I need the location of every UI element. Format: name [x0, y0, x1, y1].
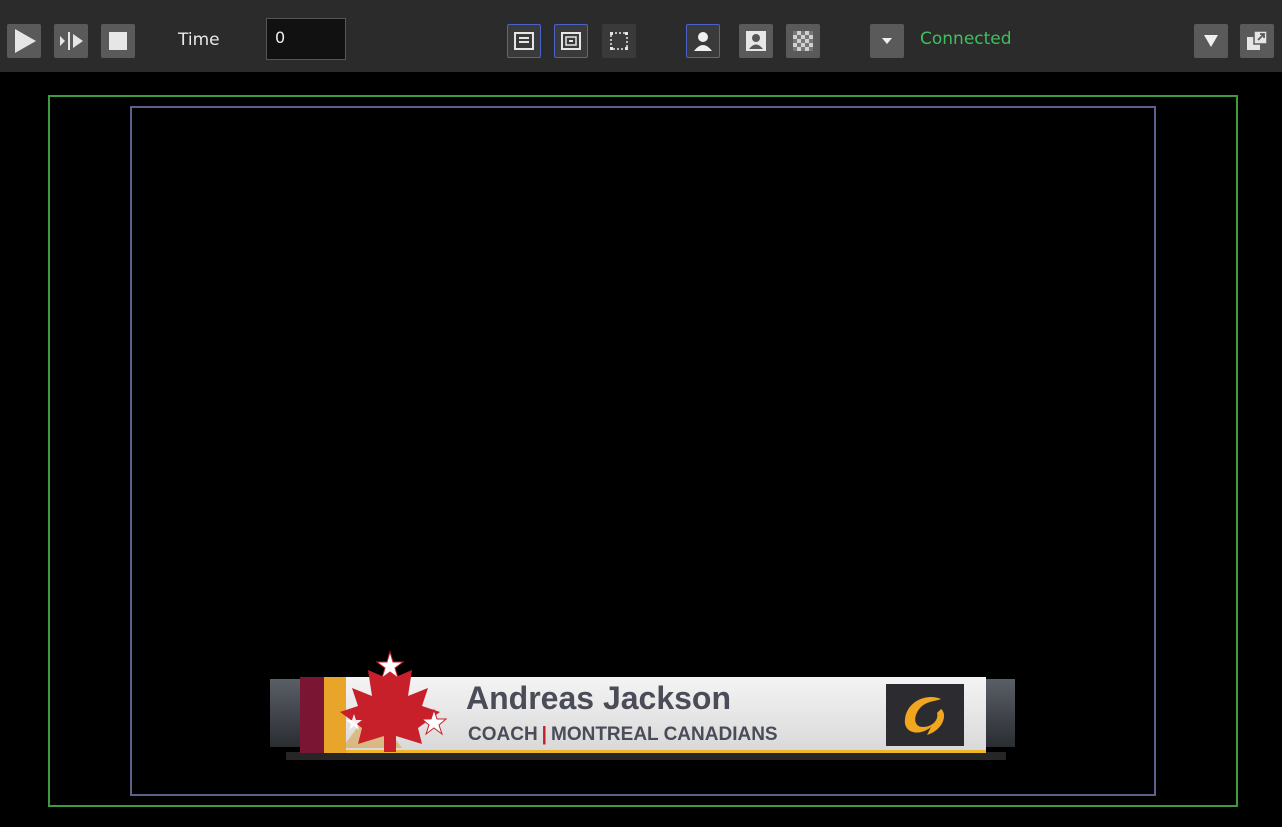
- swoosh-logo-icon: [904, 697, 945, 735]
- play-button[interactable]: [7, 24, 41, 58]
- lower-third-right-cap: [985, 679, 1015, 747]
- lower-third-subtitle: COACH | MONTREAL CANADIANS: [468, 724, 778, 746]
- safe-area-icon: [514, 32, 534, 50]
- connection-status: Connected: [920, 29, 1012, 49]
- key-person-icon: [694, 32, 712, 51]
- safe-area-toggle[interactable]: [507, 24, 541, 58]
- lower-third-left-cap: [270, 679, 304, 747]
- lower-third-role: COACH: [468, 724, 538, 745]
- team-logo: [886, 684, 964, 746]
- triangle-down-icon: [1204, 35, 1218, 47]
- title-area-icon: [561, 32, 581, 50]
- stop-icon: [109, 32, 127, 50]
- time-input[interactable]: 0: [266, 18, 346, 60]
- detach-window-button[interactable]: [1240, 24, 1274, 58]
- maple-leaf-stars-icon: [340, 650, 448, 752]
- time-label: Time: [178, 30, 220, 50]
- play-icon: [15, 29, 36, 53]
- lower-third-name: Andreas Jackson: [466, 680, 732, 716]
- bounding-box-icon: [610, 32, 628, 50]
- menu-button[interactable]: [1194, 24, 1228, 58]
- fill-view-toggle[interactable]: [739, 24, 773, 58]
- alpha-checker-icon: [793, 31, 813, 51]
- fill-person-icon: [746, 31, 766, 51]
- stop-button[interactable]: [101, 24, 135, 58]
- key-view-toggle[interactable]: [686, 24, 720, 58]
- lower-third-separator: |: [541, 724, 547, 745]
- preview-toolbar: Time 0 Connected: [0, 0, 1282, 73]
- title-area-toggle[interactable]: [554, 24, 588, 58]
- lower-third-team: MONTREAL CANADIANS: [551, 724, 778, 745]
- chevron-down-icon: [882, 38, 892, 44]
- connection-dropdown[interactable]: [870, 24, 904, 58]
- alpha-view-toggle[interactable]: [786, 24, 820, 58]
- step-frame-icon: [60, 32, 83, 50]
- external-window-icon: [1247, 30, 1268, 50]
- maroon-stripe: [300, 677, 324, 753]
- bounding-box-toggle[interactable]: [602, 24, 636, 58]
- step-forward-button[interactable]: [54, 24, 88, 58]
